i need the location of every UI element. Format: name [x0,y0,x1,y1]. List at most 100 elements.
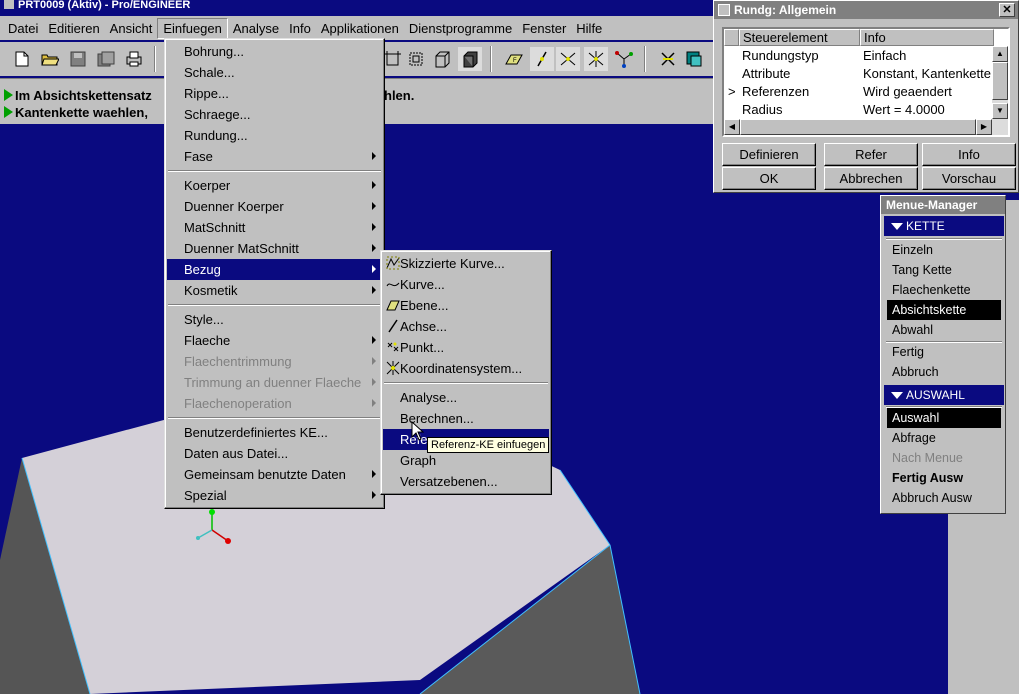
menu-dienstprogramme[interactable]: Dienstprogramme [404,19,517,38]
mm-item-abwahl[interactable]: Abwahl [887,320,1001,340]
menu-item-skizzierte-kurve[interactable]: Skizzierte Kurve... [383,253,549,274]
datum-plane-icon[interactable]: F [502,47,526,71]
submenu-arrow-icon [372,336,376,344]
menu-item-matschnitt[interactable]: MatSchnitt [167,217,382,238]
vertical-scrollbar[interactable]: ▲ ▼ [992,46,1008,119]
mm-item-auswahl[interactable]: Auswahl [887,408,1001,428]
mm-item-abbruch-ausw[interactable]: Abbruch Ausw [887,488,1001,508]
menu-datei[interactable]: Datei [3,19,43,38]
plane-icon [386,298,400,312]
menu-item-koerper[interactable]: Koerper [167,175,382,196]
menu-item-ebene[interactable]: Ebene... [383,295,549,316]
menu-fenster[interactable]: Fenster [517,19,571,38]
menu-hilfe[interactable]: Hilfe [571,19,607,38]
close-icon[interactable]: ✕ [999,3,1015,17]
menu-item-gemeinsam-benutzte-daten[interactable]: Gemeinsam benutzte Daten [167,464,382,485]
menu-item-rundung[interactable]: Rundung... [167,125,382,146]
datum-point-icon[interactable] [556,47,580,71]
menu-bar: Datei Editieren Ansicht Einfuegen Analys… [0,16,715,40]
message-line-2: Kantenkette waehlen, [4,105,148,120]
scroll-left-icon[interactable]: ◀ [724,119,740,135]
menu-item-punkt[interactable]: Punkt... [383,337,549,358]
mm-item-einzeln[interactable]: Einzeln [887,240,1001,260]
vorschau-button[interactable]: Vorschau [922,167,1016,190]
menu-item-rippe[interactable]: Rippe... [167,83,382,104]
menu-info[interactable]: Info [284,19,316,38]
menu-item-benutzerdefiniertes-ke[interactable]: Benutzerdefiniertes KE... [167,422,382,443]
wireframe-icon[interactable] [430,47,454,71]
table-header-info[interactable]: Info [860,29,994,46]
menu-item-spezial[interactable]: Spezial [167,485,382,506]
kette-header[interactable]: KETTE [884,216,1004,236]
menu-item-analyse[interactable]: Analyse... [383,387,549,408]
info-button[interactable]: Info [922,143,1016,166]
menu-item-daten-aus-datei[interactable]: Daten aus Datei... [167,443,382,464]
mm-item-fertig[interactable]: Fertig [887,342,1001,362]
menu-item-schraege[interactable]: Schraege... [167,104,382,125]
scroll-right-icon[interactable]: ▶ [976,119,992,135]
open-folder-icon[interactable] [38,47,62,71]
datum-csys-icon[interactable] [584,47,608,71]
menu-item-style[interactable]: Style... [167,309,382,330]
definieren-button[interactable]: Definieren [722,143,816,166]
mm-item-flaechenkette[interactable]: Flaechenkette [887,280,1001,300]
scroll-thumb[interactable] [992,62,1008,100]
scroll-down-icon[interactable]: ▼ [992,103,1008,119]
menu-item-kurve[interactable]: Kurve... [383,274,549,295]
mm-item-abbruch[interactable]: Abbruch [887,362,1001,382]
save-icon[interactable] [66,47,90,71]
table-row[interactable]: Rundungstyp Einfach [724,47,994,65]
menu-editieren[interactable]: Editieren [43,19,104,38]
menu-manager-title: Menue-Manager [881,196,1005,214]
regenerate-icon[interactable] [656,47,680,71]
scroll-up-icon[interactable]: ▲ [992,46,1008,62]
abbrechen-button[interactable]: Abbrechen [824,167,918,190]
menu-item-achse[interactable]: Achse... [383,316,549,337]
menu-item-duenner-koerper[interactable]: Duenner Koerper [167,196,382,217]
menu-item-fase[interactable]: Fase [167,146,382,167]
new-file-icon[interactable] [10,47,34,71]
mm-item-absichtskette[interactable]: Absichtskette [887,300,1001,320]
menu-item-kosmetik[interactable]: Kosmetik [167,280,382,301]
menu-item-berechnen[interactable]: Berechnen... [383,408,549,429]
element-table: Steuerelement Info Rundungstyp Einfach A… [722,27,1010,137]
current-row-marker: > [728,84,736,99]
model-tree-icon[interactable] [682,47,706,71]
menu-applikationen[interactable]: Applikationen [316,19,404,38]
mm-item-tang-kette[interactable]: Tang Kette [887,260,1001,280]
table-header-steuerelement[interactable]: Steuerelement [739,29,860,46]
collapse-triangle-icon [891,392,903,399]
menu-item-duenner-matschnitt[interactable]: Duenner MatSchnitt [167,238,382,259]
table-row[interactable]: > Referenzen Wird geaendert [724,83,994,101]
menu-item-bezug[interactable]: Bezug [167,259,382,280]
datum-axis-icon[interactable] [530,47,554,71]
mm-item-fertig-ausw[interactable]: Fertig Ausw [887,468,1001,488]
menu-ansicht[interactable]: Ansicht [105,19,158,38]
horizontal-scrollbar[interactable]: ◀ ▶ [724,119,1008,135]
print-icon[interactable] [122,47,146,71]
menu-analyse[interactable]: Analyse [228,19,284,38]
menu-item-flaeche[interactable]: Flaeche [167,330,382,351]
sketched-curve-icon [386,256,400,270]
table-row[interactable]: Attribute Konstant, Kantenkette [724,65,994,83]
table-row[interactable]: Radius Wert = 4.0000 [724,101,994,119]
shaded-icon[interactable] [458,47,482,71]
menu-einfuegen[interactable]: Einfuegen [157,17,228,39]
submenu-arrow-icon [372,223,376,231]
save-copy-icon[interactable] [94,47,118,71]
menu-item-schale[interactable]: Schale... [167,62,382,83]
menu-item-versatzebenen[interactable]: Versatzebenen... [383,471,549,492]
window-title-bar: PRT0009 (Aktiv) - Pro/ENGINEER [0,0,715,14]
menu-item-bohrung[interactable]: Bohrung... [167,41,382,62]
spin-center-icon[interactable] [612,47,636,71]
scroll-thumb[interactable] [740,119,976,135]
view-box-dashed-icon[interactable] [404,47,428,71]
mm-item-abfrage[interactable]: Abfrage [887,428,1001,448]
ok-button[interactable]: OK [722,167,816,190]
auswahl-header[interactable]: AUSWAHL [884,385,1004,405]
menu-item-graph[interactable]: Graph [383,450,549,471]
submenu-arrow-icon [372,357,376,365]
menu-item-koordinatensystem[interactable]: Koordinatensystem... [383,358,549,379]
refer-button[interactable]: Refer [824,143,918,166]
menu-separator [168,170,381,172]
